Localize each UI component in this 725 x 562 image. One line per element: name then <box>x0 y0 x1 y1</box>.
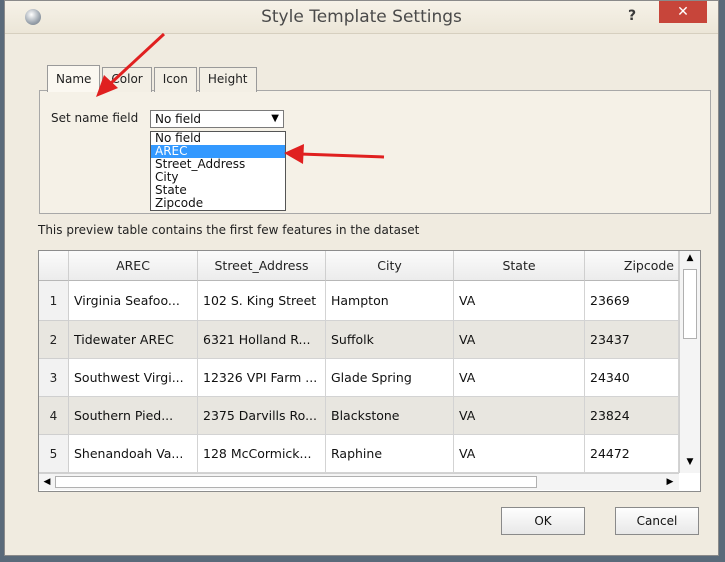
row-number[interactable]: 2 <box>39 321 69 359</box>
tab-name[interactable]: Name <box>47 65 101 92</box>
table-cell[interactable]: 2375 Darvills Ro... <box>198 397 326 435</box>
tab-icon[interactable]: Icon <box>153 67 197 92</box>
style-template-dialog: Style Template Settings ? ✕ Name Color I… <box>4 0 719 556</box>
table-cell[interactable]: 102 S. King Street <box>198 281 326 321</box>
row-number[interactable]: 3 <box>39 359 69 397</box>
table-cell[interactable]: Glade Spring <box>326 359 454 397</box>
scroll-right-icon[interactable]: ▶ <box>663 475 677 489</box>
column-header-city[interactable]: City <box>326 251 454 281</box>
table-cell[interactable]: 12326 VPI Farm ... <box>198 359 326 397</box>
table-cell[interactable]: VA <box>454 435 585 473</box>
row-number[interactable]: 4 <box>39 397 69 435</box>
scroll-down-icon[interactable]: ▼ <box>683 455 697 469</box>
cancel-button[interactable]: Cancel <box>615 507 699 535</box>
table-cell[interactable]: VA <box>454 281 585 321</box>
column-header-street-address[interactable]: Street_Address <box>198 251 326 281</box>
horizontal-scroll-thumb[interactable] <box>55 476 537 488</box>
vertical-scroll-thumb[interactable] <box>683 269 697 339</box>
table-cell[interactable]: Tidewater AREC <box>69 321 198 359</box>
table-cell[interactable]: Shenandoah Va... <box>69 435 198 473</box>
scroll-left-icon[interactable]: ◀ <box>40 475 54 489</box>
column-header-arec[interactable]: AREC <box>69 251 198 281</box>
table-corner <box>39 251 69 281</box>
tab-color[interactable]: Color <box>102 67 152 92</box>
horizontal-scrollbar[interactable]: ◀ ▶ <box>39 473 679 490</box>
help-button[interactable]: ? <box>621 5 643 27</box>
name-field-select[interactable]: No field ▼ <box>150 110 284 128</box>
table-cell[interactable]: 23437 <box>585 321 679 359</box>
vertical-scrollbar[interactable]: ▲ ▼ <box>679 251 700 473</box>
table-cell[interactable]: VA <box>454 321 585 359</box>
table-cell[interactable]: Virginia Seafoo... <box>69 281 198 321</box>
table-cell[interactable]: Suffolk <box>326 321 454 359</box>
preview-table: AREC Street_Address City State Zipcode 1… <box>38 250 701 492</box>
table-cell[interactable]: Southwest Virgi... <box>69 359 198 397</box>
name-tab-panel <box>39 90 711 214</box>
name-field-label: Set name field <box>51 111 139 125</box>
dropdown-option[interactable]: Zipcode <box>151 197 285 210</box>
title-bar[interactable]: Style Template Settings ? ✕ <box>5 1 718 34</box>
name-field-selected-value: No field <box>155 112 202 126</box>
table-cell[interactable]: VA <box>454 359 585 397</box>
table-cell[interactable]: 23669 <box>585 281 679 321</box>
table-cell[interactable]: Raphine <box>326 435 454 473</box>
preview-description: This preview table contains the first fe… <box>38 223 420 237</box>
tab-strip: Name Color Icon Height <box>47 65 259 92</box>
table-cell[interactable]: 24340 <box>585 359 679 397</box>
row-number[interactable]: 1 <box>39 281 69 321</box>
table-cell[interactable]: 23824 <box>585 397 679 435</box>
dialog-title: Style Template Settings <box>261 7 462 27</box>
table-cell[interactable]: VA <box>454 397 585 435</box>
column-header-zipcode[interactable]: Zipcode <box>585 251 679 281</box>
table-cell[interactable]: 6321 Holland R... <box>198 321 326 359</box>
chevron-down-icon[interactable]: ▼ <box>271 111 279 127</box>
column-header-state[interactable]: State <box>454 251 585 281</box>
tab-height[interactable]: Height <box>198 67 257 92</box>
table-cell[interactable]: 24472 <box>585 435 679 473</box>
table-cell[interactable]: Southern Pied... <box>69 397 198 435</box>
scroll-up-icon[interactable]: ▲ <box>683 251 697 265</box>
row-number[interactable]: 5 <box>39 435 69 473</box>
table-cell[interactable]: Hampton <box>326 281 454 321</box>
ok-button[interactable]: OK <box>501 507 585 535</box>
table-cell[interactable]: 128 McCormick... <box>198 435 326 473</box>
name-field-dropdown: No field AREC Street_Address City State … <box>150 131 286 211</box>
table-cell[interactable]: Blackstone <box>326 397 454 435</box>
close-button[interactable]: ✕ <box>659 1 707 23</box>
